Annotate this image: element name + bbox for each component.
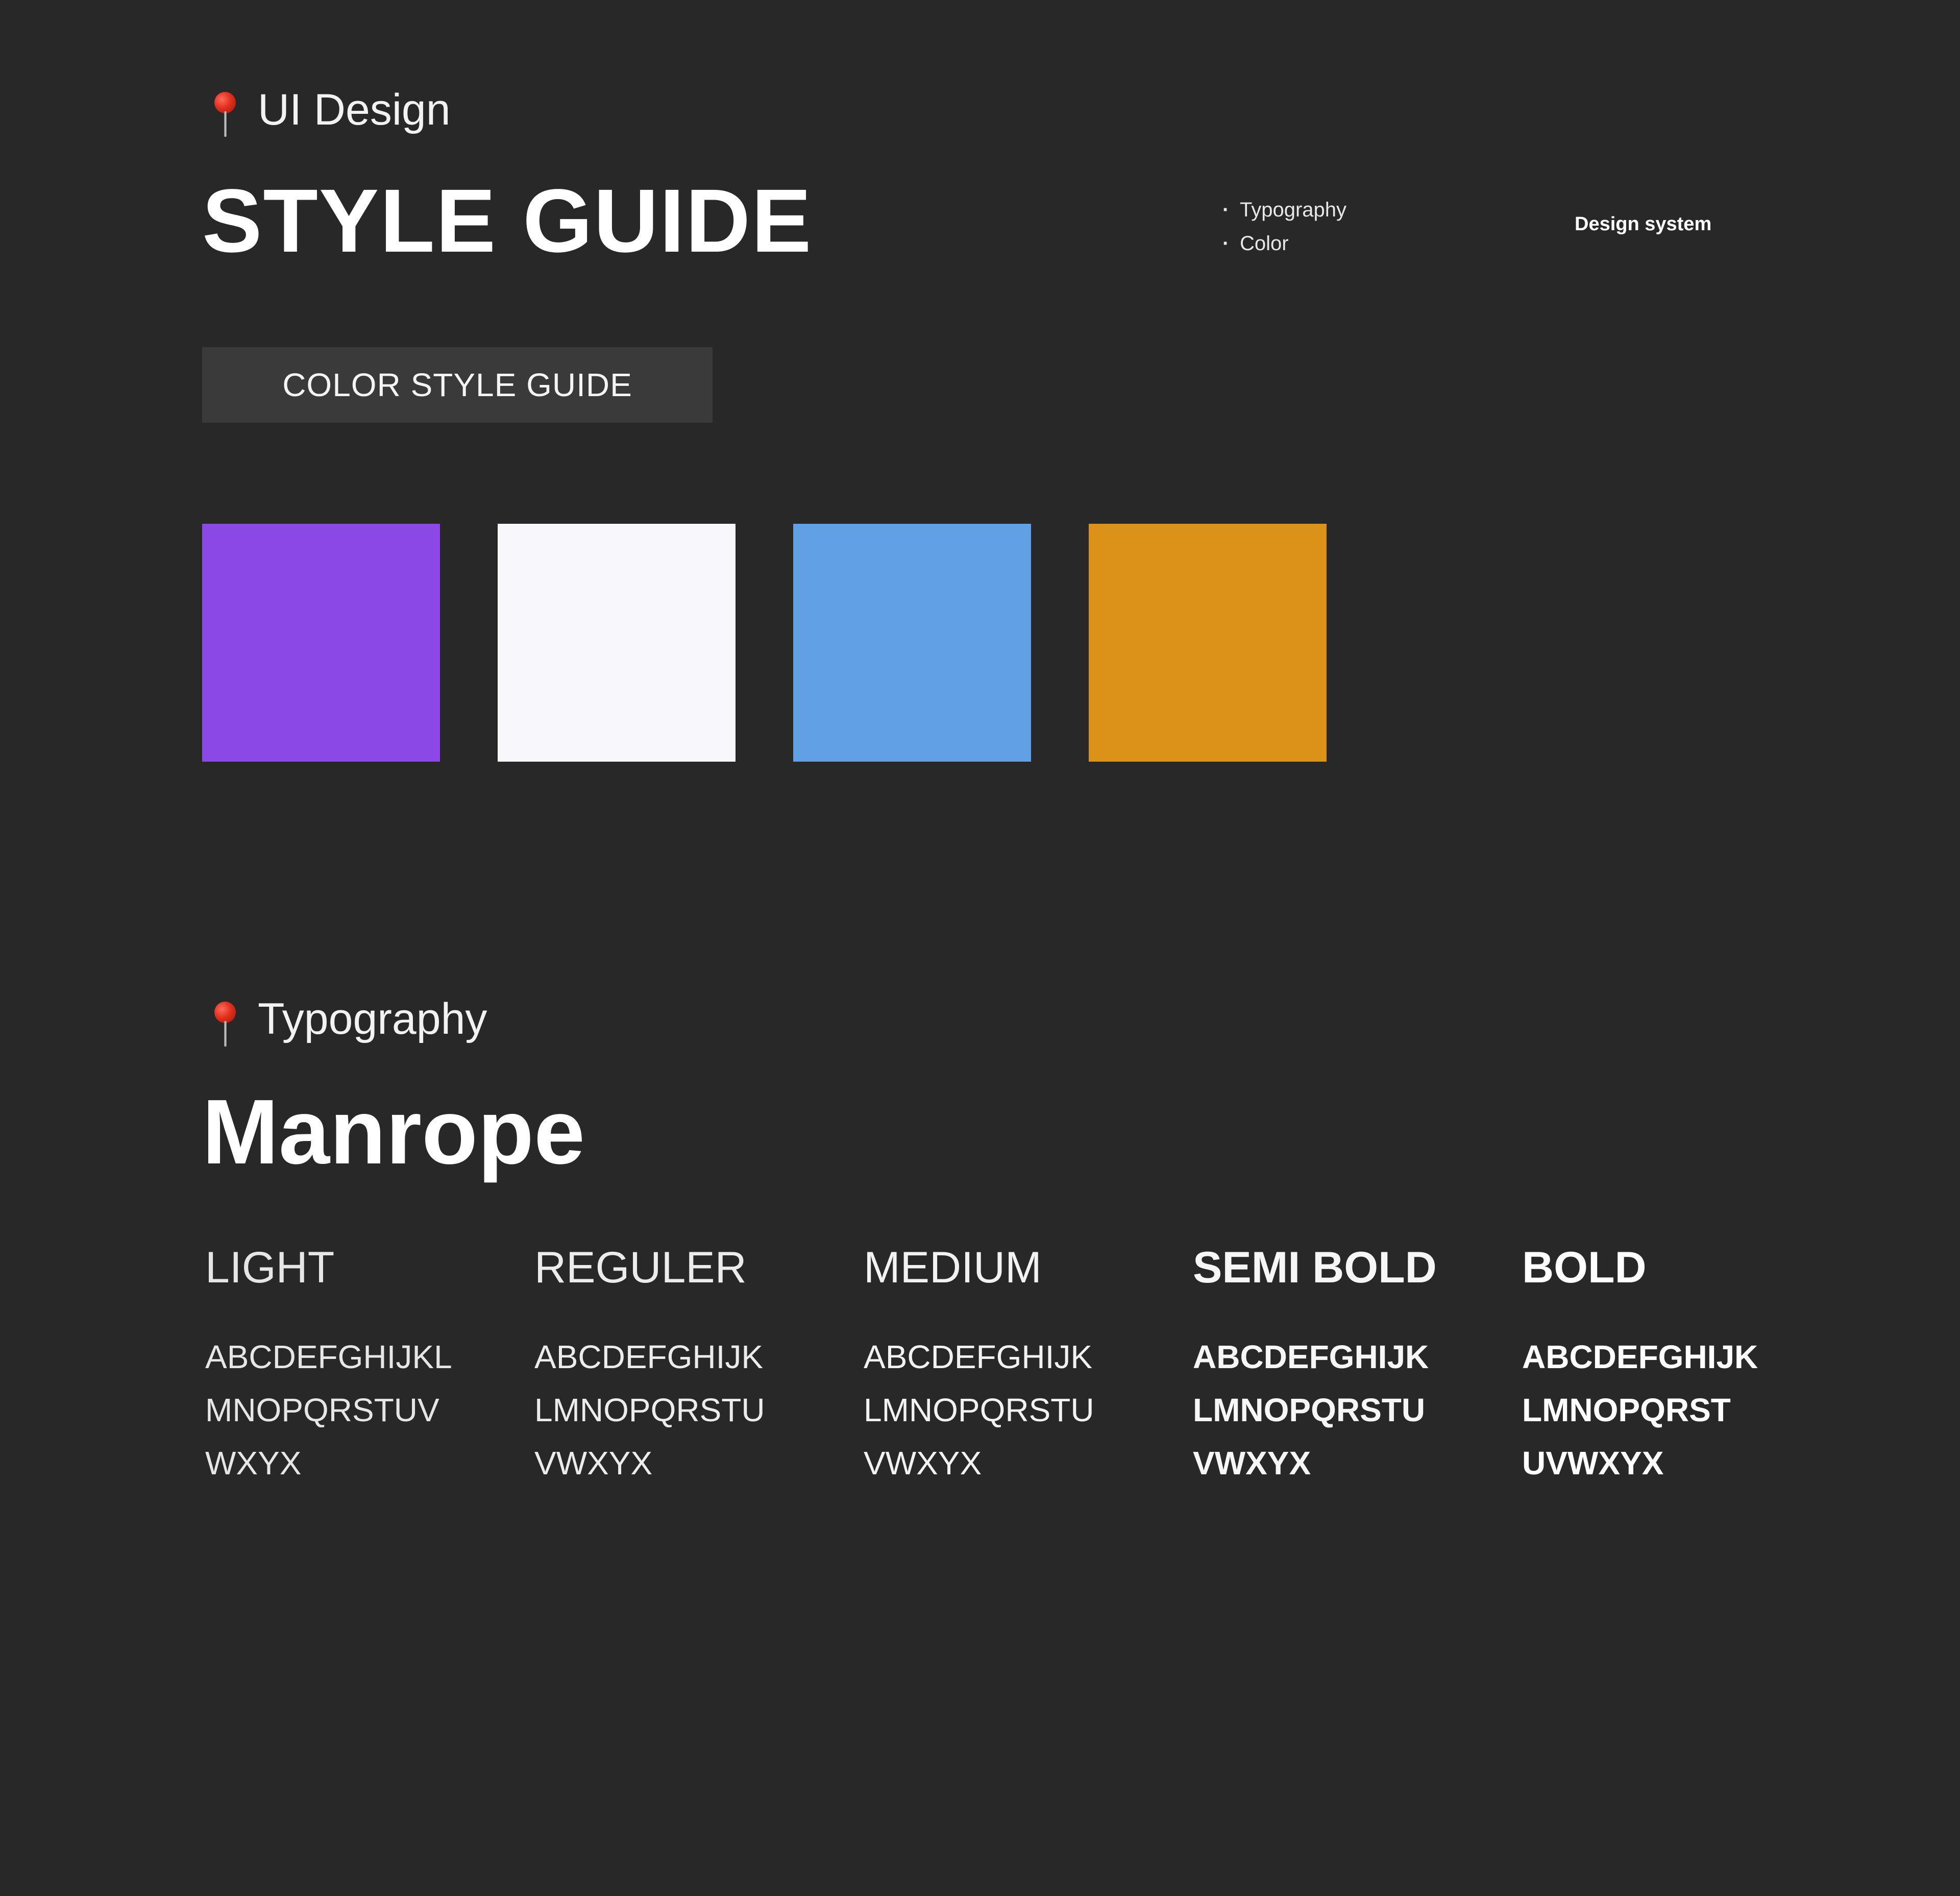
alphabet-line: ABCDEFGHIJK xyxy=(1193,1339,1429,1375)
table-of-contents: Typography Color xyxy=(1222,193,1346,260)
weight-title: BOLD xyxy=(1522,1243,1647,1292)
alphabet-line: LMNOPQRSTU xyxy=(1193,1392,1426,1428)
weight-title: SEMI BOLD xyxy=(1193,1243,1437,1292)
weight-column-medium: MEDIUM ABCDEFGHIJK LMNOPQRSTU VWXYX xyxy=(864,1246,1193,1490)
toc-item-color[interactable]: Color xyxy=(1222,227,1346,260)
alphabet-line: MNOPQRSTUV xyxy=(205,1392,439,1428)
design-system-label: Design system xyxy=(1575,213,1712,235)
section-label-typography: Typography xyxy=(258,994,487,1043)
alphabet-line: VWXYX xyxy=(534,1445,653,1481)
weight-title: REGULER xyxy=(534,1243,747,1292)
alphabet-line: ABCDEFGHIJK xyxy=(534,1339,764,1375)
color-swatches xyxy=(202,524,1327,762)
alphabet-line: VWXYX xyxy=(864,1445,982,1481)
section-label-ui-design: UI Design xyxy=(258,85,451,134)
alphabet-line: LMNOPQRSTU xyxy=(864,1392,1094,1428)
color-swatch-blue xyxy=(793,524,1031,762)
color-style-guide-label: COLOR STYLE GUIDE xyxy=(282,367,632,403)
weight-title: LIGHT xyxy=(205,1243,335,1292)
alphabet-line: ABCDEFGHIJK xyxy=(864,1339,1093,1375)
weight-column-regular: REGULER ABCDEFGHIJK LMNOPQRSTU VWXYX xyxy=(534,1246,864,1490)
alphabet-line: VWXYX xyxy=(1193,1445,1311,1481)
alphabet-line: LMNOPQRSTU xyxy=(534,1392,765,1428)
weight-column-bold: BOLD ABCDEFGHIJK LMNOPQRST UVWXYX xyxy=(1522,1246,1851,1490)
color-style-guide-tag: COLOR STYLE GUIDE xyxy=(202,347,713,423)
pushpin-icon xyxy=(214,1002,236,1048)
alphabet-line: UVWXYX xyxy=(1522,1445,1664,1481)
color-swatch-purple xyxy=(202,524,440,762)
color-swatch-orange xyxy=(1089,524,1327,762)
toc-item-typography[interactable]: Typography xyxy=(1222,193,1346,227)
alphabet-line: ABCDEFGHIJKL xyxy=(205,1339,452,1375)
font-family-name: Manrope xyxy=(202,1081,585,1183)
alphabet-line: ABCDEFGHIJK xyxy=(1522,1339,1758,1375)
font-weights: LIGHT ABCDEFGHIJKL MNOPQRSTUV WXYX REGUL… xyxy=(205,1246,1851,1490)
alphabet-line: LMNOPQRST xyxy=(1522,1392,1731,1428)
weight-column-light: LIGHT ABCDEFGHIJKL MNOPQRSTUV WXYX xyxy=(205,1246,534,1490)
color-swatch-white xyxy=(498,524,736,762)
weight-title: MEDIUM xyxy=(864,1243,1042,1292)
weight-column-semibold: SEMI BOLD ABCDEFGHIJK LMNOPQRSTU VWXYX xyxy=(1193,1246,1522,1490)
alphabet-line: WXYX xyxy=(205,1445,302,1481)
pushpin-icon xyxy=(214,92,236,138)
page-title: STYLE GUIDE xyxy=(202,171,813,271)
